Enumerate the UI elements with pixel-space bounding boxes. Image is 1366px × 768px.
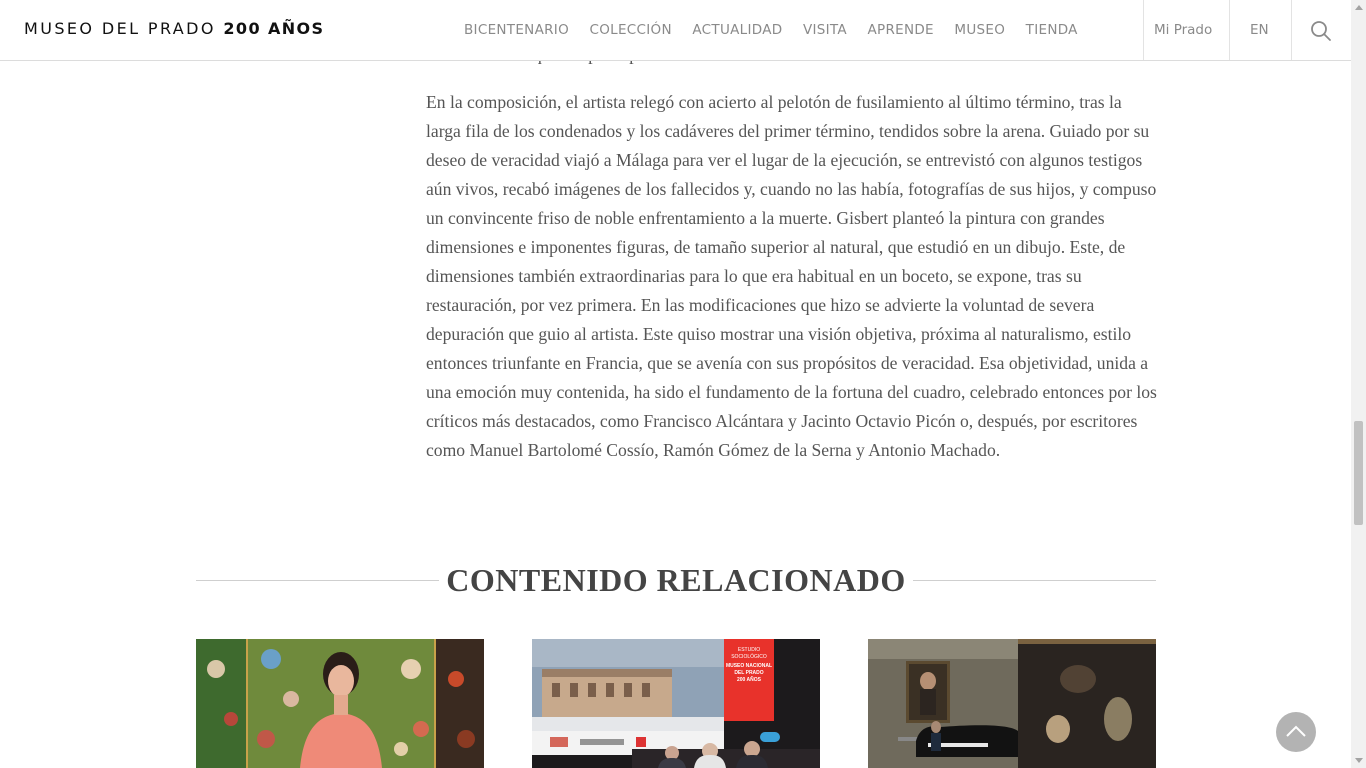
search-icon (1311, 21, 1331, 41)
mi-prado-link[interactable]: Mi Prado (1154, 0, 1212, 60)
nav-divider (1143, 0, 1144, 60)
page-scrollbar[interactable] (1351, 0, 1366, 768)
related-content-heading-row: CONTENIDO RELACIONADO (196, 560, 1156, 600)
banner-line: DEL PRADO (734, 670, 763, 676)
scroll-down-arrow-icon[interactable] (1355, 758, 1363, 763)
nav-item-coleccion[interactable]: COLECCIÓN (590, 0, 672, 60)
nav-item-visita[interactable]: VISITA (803, 0, 847, 60)
scroll-up-arrow-icon[interactable] (1355, 5, 1363, 10)
main-nav: BICENTENARIO COLECCIÓN ACTUALIDAD VISITA… (464, 0, 1098, 60)
article-paragraph: En la composición, el artista relegó con… (426, 92, 1157, 460)
nav-item-bicentenario[interactable]: BICENTENARIO (464, 0, 569, 60)
site-logo[interactable]: MUSEO DEL PRADO 200 AÑOS (24, 19, 324, 38)
related-card-3-image[interactable] (868, 639, 1156, 768)
nav-divider (1229, 0, 1230, 60)
site-header: MUSEO DEL PRADO 200 AÑOS BICENTENARIO CO… (0, 0, 1351, 61)
banner-line: ESTUDIO (738, 647, 760, 653)
banner-line: MUSEO NACIONAL (726, 663, 772, 669)
search-button[interactable] (1292, 0, 1351, 60)
logo-text: MUSEO DEL PRADO (24, 19, 216, 38)
nav-item-actualidad[interactable]: ACTUALIDAD (692, 0, 782, 60)
nav-item-aprende[interactable]: APRENDE (867, 0, 933, 60)
nav-item-museo[interactable]: MUSEO (954, 0, 1005, 60)
scrollbar-thumb[interactable] (1354, 421, 1363, 525)
heading-rule-right (913, 580, 1156, 581)
language-switch[interactable]: EN (1250, 0, 1269, 60)
related-card-1-image[interactable] (196, 639, 484, 768)
related-card-2-image[interactable]: ESTUDIO SOCIOLÓGICO MUSEO NACIONAL DEL P… (532, 639, 820, 768)
nav-item-tienda[interactable]: TIENDA (1026, 0, 1078, 60)
logo-bold-text: 200 AÑOS (223, 19, 325, 38)
banner-line: 200 AÑOS (737, 676, 762, 683)
back-to-top-button[interactable] (1276, 712, 1316, 752)
banner-line: SOCIOLÓGICO (731, 653, 767, 660)
chevron-up-icon (1286, 725, 1306, 737)
